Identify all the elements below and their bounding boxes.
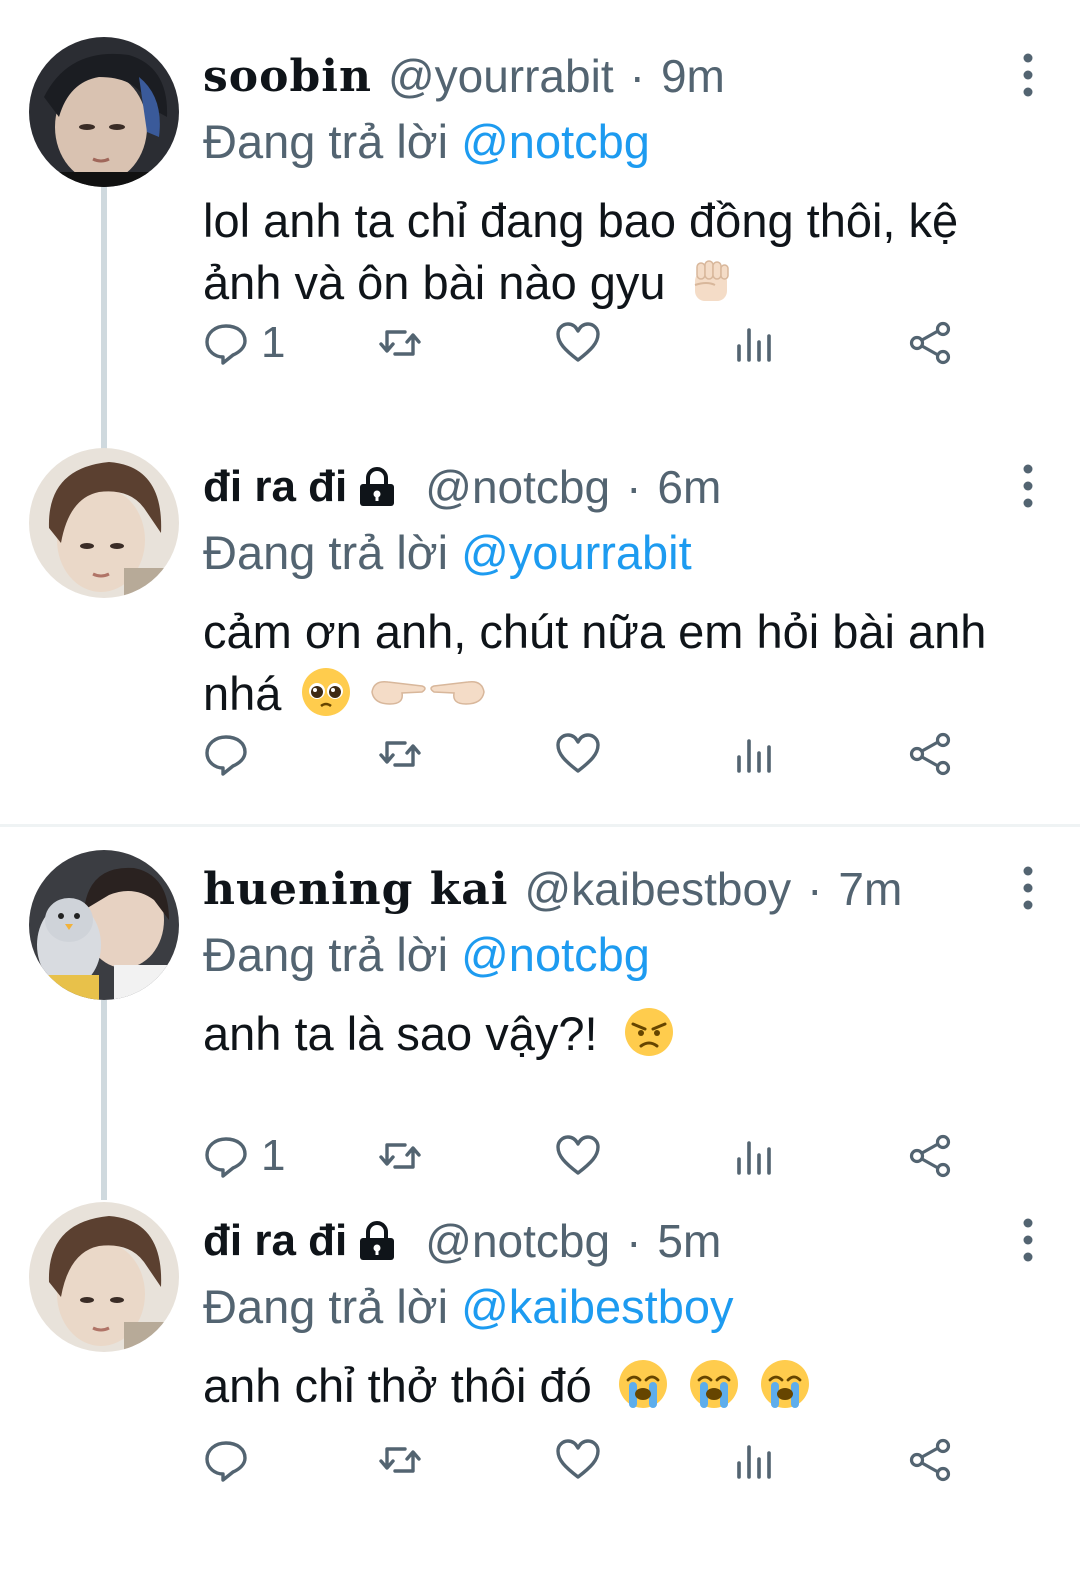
user-handle[interactable]: @yourrabit: [388, 49, 614, 103]
separator-dot: ·: [807, 863, 823, 915]
timestamp[interactable]: 5m: [657, 1214, 721, 1268]
tweet-header: soobin @yourrabit · 9m: [203, 48, 725, 104]
lock-icon: [360, 467, 395, 506]
views-button[interactable]: [731, 1435, 777, 1485]
analytics-icon: [737, 328, 771, 362]
raised-fist-icon: [694, 260, 729, 301]
mention-link[interactable]: @yourrabit: [461, 526, 692, 579]
tweet-header: đi ra đi @notcbg · 6m: [203, 459, 721, 515]
tweet-header: đi ra đi @notcbg · 5m: [203, 1213, 721, 1269]
display-name[interactable]: đi ra đi: [203, 1216, 347, 1266]
share-button[interactable]: [907, 729, 953, 779]
lock-icon: [360, 1221, 395, 1260]
avatar[interactable]: [29, 850, 179, 1000]
display-name[interactable]: đi ra đi: [203, 462, 347, 512]
reply-prefix: Đang trả lời: [203, 928, 449, 981]
like-button[interactable]: [555, 1435, 601, 1485]
reply-icon: [205, 324, 247, 365]
crying-face-icon: [618, 1360, 667, 1408]
tweet-text: lol anh ta chỉ đang bao đồng thôi, kệ ản…: [203, 190, 1043, 314]
retweet-icon: [379, 330, 421, 356]
share-icon: [909, 1438, 951, 1482]
avatar[interactable]: [29, 1202, 179, 1352]
user-handle[interactable]: @notcbg: [425, 1214, 610, 1268]
share-button[interactable]: [907, 318, 953, 368]
tweet[interactable]: đi ra đi @notcbg · 5m Đang trả lời @kaib…: [0, 1165, 1080, 1575]
tweet-text-content: anh ta là sao vậy?!: [203, 1007, 598, 1060]
reply-button[interactable]: 1: [203, 318, 285, 368]
more-options-icon[interactable]: [1020, 865, 1036, 911]
reply-prefix: Đang trả lời: [203, 526, 449, 579]
mention-link[interactable]: @notcbg: [461, 928, 650, 981]
angry-face-icon: [624, 1008, 673, 1056]
analytics-icon: [737, 1445, 771, 1479]
heart-icon: [556, 322, 600, 362]
share-icon: [909, 732, 951, 776]
heart-icon: [556, 733, 600, 773]
tweet-actions: [203, 729, 963, 779]
tweet-text-content: anh chỉ thở thôi đó: [203, 1359, 592, 1412]
timestamp[interactable]: 6m: [657, 460, 721, 514]
separator-dot: ·: [626, 461, 642, 513]
tweet-text-content: lol anh ta chỉ đang bao đồng thôi, kệ ản…: [203, 194, 959, 309]
avatar[interactable]: [29, 37, 179, 187]
share-icon: [909, 321, 951, 365]
avatar[interactable]: [29, 448, 179, 598]
mention-link[interactable]: @notcbg: [461, 115, 650, 168]
more-options-icon[interactable]: [1020, 52, 1036, 98]
tweet[interactable]: đi ra đi @notcbg · 6m Đang trả lời @your…: [0, 411, 1080, 821]
separator-dot: ·: [629, 50, 645, 102]
tweet-text: cảm ơn anh, chút nữa em hỏi bài anh nhá: [203, 601, 1043, 725]
tweet-actions: [203, 1435, 963, 1485]
timestamp[interactable]: 9m: [661, 49, 725, 103]
like-button[interactable]: [555, 729, 601, 779]
replying-to: Đang trả lời @notcbg: [203, 927, 650, 982]
user-handle[interactable]: @kaibestboy: [524, 862, 791, 916]
replying-to: Đang trả lời @yourrabit: [203, 525, 692, 580]
retweet-button[interactable]: [377, 1435, 423, 1485]
replying-to: Đang trả lời @notcbg: [203, 114, 650, 169]
tweet[interactable]: soobin @yourrabit · 9m Đang trả lời @not…: [0, 0, 1080, 410]
user-handle[interactable]: @notcbg: [425, 460, 610, 514]
display-name[interactable]: soobin: [203, 51, 372, 102]
reply-icon: [205, 735, 247, 776]
separator-dot: ·: [626, 1215, 642, 1267]
reply-button[interactable]: [203, 729, 261, 779]
pleading-face-icon: [302, 668, 351, 716]
analytics-icon: [737, 739, 771, 773]
reply-prefix: Đang trả lời: [203, 1280, 449, 1333]
mention-link[interactable]: @kaibestboy: [461, 1280, 733, 1333]
crying-face-icon: [761, 1360, 809, 1408]
retweet-icon: [379, 1447, 421, 1473]
tweet-text: anh chỉ thở thôi đó: [203, 1355, 1043, 1417]
heart-icon: [556, 1439, 600, 1479]
timestamp[interactable]: 7m: [838, 862, 902, 916]
reply-prefix: Đang trả lời: [203, 115, 449, 168]
like-button[interactable]: [555, 318, 601, 368]
share-button[interactable]: [907, 1435, 953, 1485]
reply-button[interactable]: [203, 1435, 261, 1485]
retweet-button[interactable]: [377, 318, 423, 368]
tweet-actions: 1: [203, 318, 963, 368]
more-options-icon[interactable]: [1020, 463, 1036, 509]
views-button[interactable]: [731, 318, 777, 368]
tweet[interactable]: huening kai @kaibestboy · 7m Đang trả lờ…: [0, 813, 1080, 1223]
crying-face-icon: [689, 1360, 738, 1408]
more-options-icon[interactable]: [1020, 1217, 1036, 1263]
tweet-text: anh ta là sao vậy?!: [203, 1003, 1043, 1065]
pointing-fingers-icon: [370, 680, 485, 705]
retweet-icon: [379, 741, 421, 767]
display-name[interactable]: huening kai: [203, 864, 508, 915]
views-button[interactable]: [731, 729, 777, 779]
tweet-header: huening kai @kaibestboy · 7m: [203, 861, 902, 917]
retweet-button[interactable]: [377, 729, 423, 779]
reply-count: 1: [261, 318, 286, 367]
replying-to: Đang trả lời @kaibestboy: [203, 1279, 734, 1334]
reply-icon: [205, 1441, 247, 1482]
